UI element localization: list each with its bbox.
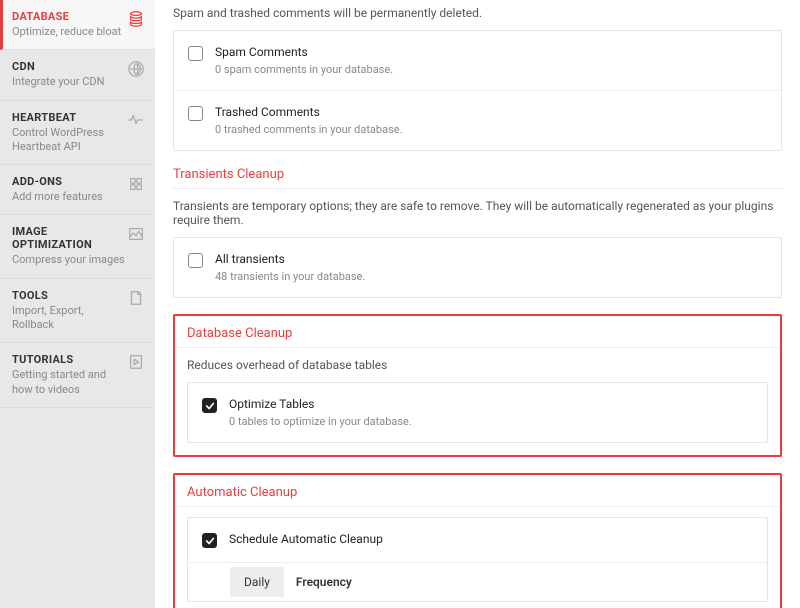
sidebar-item-tools[interactable]: TOOLS Import, Export, Rollback <box>0 279 155 344</box>
checkbox-spam-comments[interactable]: Spam Comments 0 spam comments in your dat… <box>174 31 781 91</box>
sidebar: DATABASE Optimize, reduce bloat CDN Integra… <box>0 0 155 608</box>
row-title: All transients <box>215 252 365 266</box>
sidebar-item-title: DATABASE <box>12 10 127 23</box>
checkbox-icon <box>202 533 217 548</box>
automatic-group: Schedule Automatic Cleanup Daily Frequency <box>187 517 768 602</box>
sidebar-item-sub: Compress your images <box>12 253 127 267</box>
database-desc: Reduces overhead of database tables <box>187 358 768 372</box>
database-cleanup-box: Database Cleanup Reduces overhead of dat… <box>173 314 782 457</box>
divider <box>175 347 780 348</box>
transients-group: All transients 48 transients in your data… <box>173 237 782 298</box>
tools-icon <box>127 289 145 307</box>
play-icon <box>127 353 145 371</box>
sidebar-item-title: HEARTBEAT <box>12 111 127 124</box>
checkbox-icon <box>202 398 217 413</box>
row-sub: 0 trashed comments in your database. <box>215 123 402 136</box>
sidebar-item-tutorials[interactable]: TUTORIALS Getting started and how to vide… <box>0 343 155 408</box>
frequency-label: Frequency <box>296 575 352 589</box>
sidebar-item-heartbeat[interactable]: HEARTBEAT Control WordPress Heartbeat API <box>0 101 155 166</box>
frequency-row: Daily Frequency <box>188 567 767 601</box>
sidebar-item-cdn[interactable]: CDN Integrate your CDN <box>0 50 155 100</box>
comments-intro: Spam and trashed comments will be perman… <box>173 0 782 30</box>
sidebar-item-sub: Add more features <box>12 190 127 204</box>
database-group: Optimize Tables 0 tables to optimize in y… <box>187 382 768 443</box>
heartbeat-icon <box>127 111 145 129</box>
globe-icon <box>127 60 145 78</box>
sidebar-item-title: ADD-ONS <box>12 175 127 188</box>
checkbox-icon <box>188 46 203 61</box>
comments-group: Spam Comments 0 spam comments in your dat… <box>173 30 782 151</box>
automatic-cleanup-box: Automatic Cleanup Schedule Automatic Cle… <box>173 473 782 608</box>
sidebar-item-sub: Optimize, reduce bloat <box>12 25 127 39</box>
sidebar-item-addons[interactable]: ADD-ONS Add more features <box>0 165 155 215</box>
checkbox-schedule-automatic-cleanup[interactable]: Schedule Automatic Cleanup <box>188 518 767 563</box>
sidebar-item-title: IMAGE OPTIMIZATION <box>12 225 127 251</box>
sidebar-item-sub: Integrate your CDN <box>12 75 127 89</box>
row-sub: 0 spam comments in your database. <box>215 63 393 76</box>
transients-heading: Transients Cleanup <box>173 167 782 182</box>
database-icon <box>127 10 145 28</box>
checkbox-optimize-tables[interactable]: Optimize Tables 0 tables to optimize in y… <box>188 383 767 442</box>
checkbox-trashed-comments[interactable]: Trashed Comments 0 trashed comments in yo… <box>174 91 781 150</box>
checkbox-icon <box>188 106 203 121</box>
row-title: Optimize Tables <box>229 397 412 411</box>
sidebar-item-database[interactable]: DATABASE Optimize, reduce bloat <box>0 0 155 50</box>
database-heading: Database Cleanup <box>187 326 768 341</box>
sidebar-item-sub: Getting started and how to videos <box>12 368 127 397</box>
image-icon <box>127 225 145 243</box>
addons-icon <box>127 175 145 193</box>
row-title: Schedule Automatic Cleanup <box>229 532 383 546</box>
frequency-select[interactable]: Daily <box>230 567 284 597</box>
checkbox-all-transients[interactable]: All transients 48 transients in your data… <box>174 238 781 297</box>
main-content: Spam and trashed comments will be perman… <box>155 0 800 608</box>
sidebar-item-title: TUTORIALS <box>12 353 127 366</box>
transients-desc: Transients are temporary options; they a… <box>173 199 782 227</box>
row-title: Spam Comments <box>215 45 393 59</box>
sidebar-item-title: TOOLS <box>12 289 127 302</box>
row-sub: 0 tables to optimize in your database. <box>229 415 412 428</box>
row-title: Trashed Comments <box>215 105 402 119</box>
checkbox-icon <box>188 253 203 268</box>
automatic-heading: Automatic Cleanup <box>187 485 768 500</box>
divider <box>173 188 782 189</box>
sidebar-item-image-optimization[interactable]: IMAGE OPTIMIZATION Compress your images <box>0 215 155 278</box>
sidebar-item-sub: Import, Export, Rollback <box>12 304 127 333</box>
divider <box>175 506 780 507</box>
row-sub: 48 transients in your database. <box>215 270 365 283</box>
sidebar-item-sub: Control WordPress Heartbeat API <box>12 126 127 155</box>
sidebar-item-title: CDN <box>12 60 127 73</box>
